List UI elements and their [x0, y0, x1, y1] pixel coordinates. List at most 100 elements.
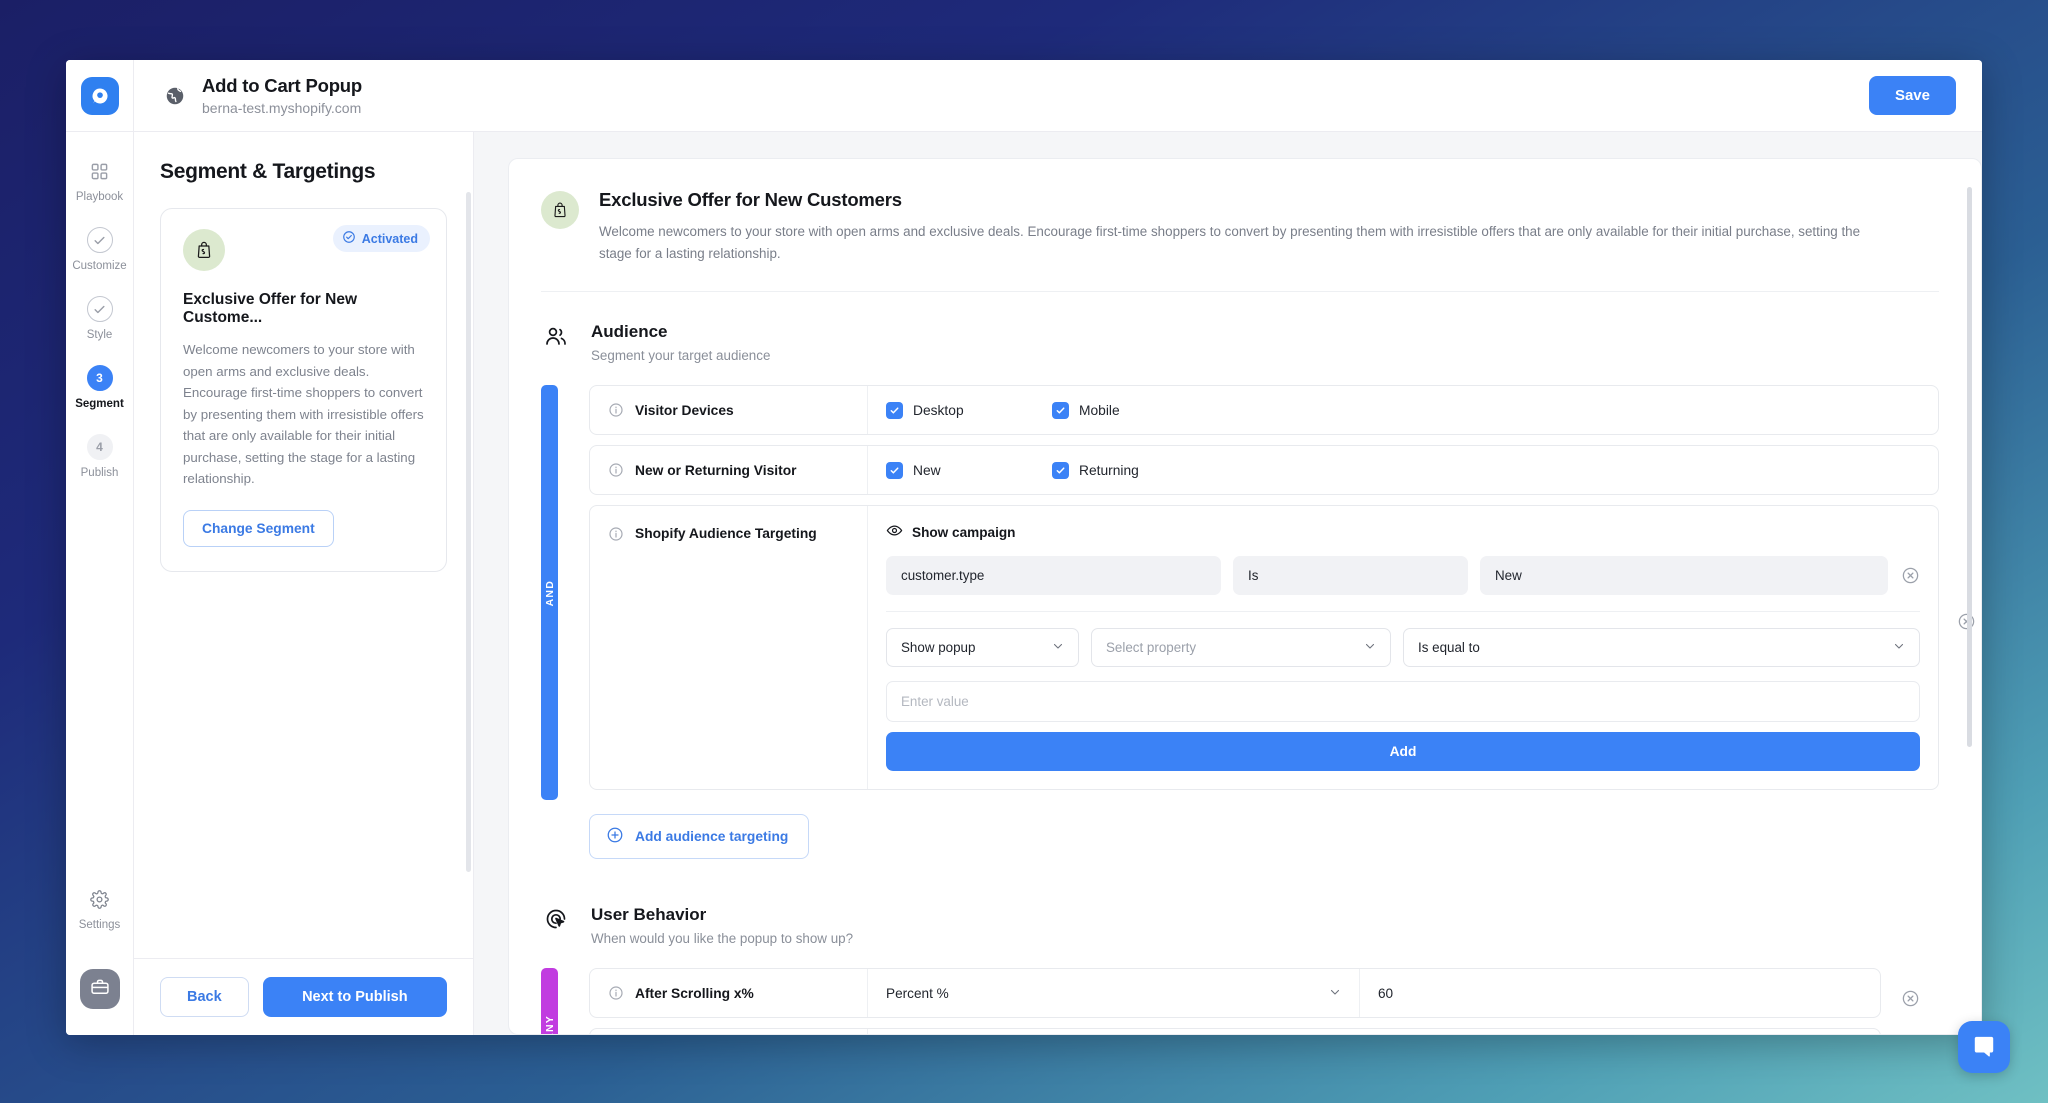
offer-title: Exclusive Offer for New Customers — [599, 189, 1889, 211]
after-scrolling-value: 60 — [1378, 986, 1393, 1001]
remove-circle-icon[interactable] — [1881, 989, 1939, 1008]
rule-row-visitor-devices: Visitor Devices Desktop — [589, 385, 1939, 435]
user-behavior-row-wrapper-0: After Scrolling x% Percent % — [589, 968, 1939, 1028]
info-icon[interactable] — [608, 526, 624, 542]
check-icon — [87, 227, 113, 253]
user-behavior-subtitle: When would you like the popup to show up… — [591, 931, 853, 946]
change-segment-button[interactable]: Change Segment — [183, 510, 334, 547]
rail-label-settings: Settings — [79, 919, 121, 931]
rule-label-new-or-returning: New or Returning Visitor — [590, 446, 868, 494]
rail-item-playbook[interactable]: Playbook — [66, 158, 133, 203]
condition-property-select[interactable]: Select property — [1091, 628, 1391, 667]
rule-label-text: Shopify Audience Targeting — [635, 526, 817, 541]
save-button[interactable]: Save — [1869, 76, 1956, 115]
condition-new: Show popup Select property — [886, 628, 1920, 667]
condition-value[interactable]: New — [1480, 556, 1888, 595]
condition-property-placeholder: Select property — [1106, 640, 1196, 655]
segment-card-description: Welcome newcomers to your store with ope… — [183, 339, 424, 490]
intercom-chat-icon[interactable] — [1958, 1021, 2010, 1073]
avatar[interactable] — [80, 969, 120, 1009]
condition-operator-value: Is equal to — [1418, 640, 1480, 655]
info-icon[interactable] — [608, 462, 624, 478]
next-to-publish-button[interactable]: Next to Publish — [263, 977, 447, 1017]
rail-item-customize[interactable]: Customize — [66, 227, 133, 272]
main-scroll: Exclusive Offer for New Customers Welcom… — [509, 159, 1981, 1035]
user-behavior-row-wrapper-1: After X Seconds 10 s — [589, 1028, 1939, 1035]
condition-operator-select[interactable]: Is equal to — [1403, 628, 1920, 667]
status-badge-label: Activated — [362, 232, 418, 246]
add-audience-targeting-button[interactable]: Add audience targeting — [589, 814, 809, 859]
after-scrolling-unit-value: Percent % — [886, 986, 949, 1001]
rail-item-style[interactable]: Style — [66, 296, 133, 341]
rail-item-publish[interactable]: 4 Publish — [66, 434, 133, 479]
condition-operator[interactable]: Is — [1233, 556, 1468, 595]
segment-panel-footer: Back Next to Publish — [134, 958, 473, 1035]
audience-title: Audience — [591, 322, 770, 342]
user-behavior-title: User Behavior — [591, 905, 853, 925]
body-area: Playbook Customize Style 3 Segment 4 — [66, 132, 1982, 1035]
offer-header: Exclusive Offer for New Customers Welcom… — [541, 189, 1939, 292]
add-condition-button[interactable]: Add — [886, 732, 1920, 771]
chevron-down-icon — [1052, 640, 1064, 655]
checkbox-returning-label: Returning — [1079, 463, 1139, 478]
after-seconds-value-input[interactable]: 10 s — [868, 1029, 1880, 1035]
popupsmart-logo-icon[interactable] — [81, 77, 119, 115]
condition-value-input[interactable]: Enter value — [886, 681, 1920, 722]
segment-panel-scrollbar[interactable] — [466, 192, 471, 872]
user-behavior-rules: After Scrolling x% Percent % — [589, 968, 1939, 1035]
rail-bottom: Settings — [79, 886, 121, 1035]
checkbox-mobile-box[interactable] — [1052, 402, 1069, 419]
logic-bar-any-label: ANY — [544, 1015, 556, 1035]
back-button[interactable]: Back — [160, 977, 249, 1017]
rule-body-new-or-returning: New Returning — [868, 446, 1938, 494]
chevron-down-icon — [1364, 640, 1376, 655]
store-domain: berna-test.myshopify.com — [202, 100, 362, 116]
step-number-4: 4 — [87, 434, 113, 460]
eye-icon — [886, 522, 903, 542]
rule-row-shopify-targeting: Shopify Audience Targeting — [589, 505, 1939, 790]
main-scrollbar[interactable] — [1967, 187, 1972, 747]
checkbox-desktop-box[interactable] — [886, 402, 903, 419]
info-icon[interactable] — [608, 985, 624, 1001]
plus-circle-icon — [606, 826, 624, 847]
audience-rule-group: AND Visitor Devices — [541, 385, 1939, 800]
remove-circle-icon[interactable] — [1900, 566, 1920, 586]
checkbox-returning[interactable]: Returning — [1052, 462, 1218, 479]
audience-rules: Visitor Devices Desktop — [589, 385, 1939, 800]
offer-text-block: Exclusive Offer for New Customers Welcom… — [599, 189, 1889, 265]
condition-property[interactable]: customer.type — [886, 556, 1221, 595]
segment-card[interactable]: Activated Exclusive Offer for New Custom… — [160, 208, 447, 572]
after-scrolling-unit-select[interactable]: Percent % — [868, 969, 1360, 1017]
step-rail: Playbook Customize Style 3 Segment 4 — [66, 132, 134, 1035]
rule-label-after-scrolling: After Scrolling x% — [590, 969, 868, 1017]
check-circle-icon — [342, 230, 356, 247]
checkbox-mobile[interactable]: Mobile — [1052, 402, 1218, 419]
rule-label-shopify-targeting: Shopify Audience Targeting — [590, 506, 868, 789]
main-area: Exclusive Offer for New Customers Welcom… — [474, 132, 1982, 1035]
after-scrolling-value-input[interactable]: 60 — [1360, 969, 1880, 1017]
condition-divider — [886, 611, 1920, 612]
user-behavior-section-header: User Behavior When would you like the po… — [541, 859, 1939, 968]
people-icon — [541, 324, 571, 348]
condition-existing: customer.type Is New — [886, 556, 1920, 595]
rail-item-settings[interactable]: Settings — [79, 886, 121, 931]
checkbox-new-label: New — [913, 463, 941, 478]
checkbox-returning-box[interactable] — [1052, 462, 1069, 479]
remove-circle-icon[interactable] — [1956, 611, 1976, 631]
rule-label-after-seconds: After X Seconds — [590, 1029, 868, 1035]
checkbox-new[interactable]: New — [886, 462, 1052, 479]
rule-label-text: Visitor Devices — [635, 403, 734, 418]
segment-panel: Segment & Targetings Activated — [134, 132, 474, 1035]
status-badge: Activated — [333, 225, 430, 252]
offer-description: Welcome newcomers to your store with ope… — [599, 221, 1889, 265]
info-icon[interactable] — [608, 402, 624, 418]
step-number-3: 3 — [87, 365, 113, 391]
rule-body-visitor-devices: Desktop Mobile — [868, 386, 1938, 434]
topbar-info: Add to Cart Popup berna-test.myshopify.c… — [134, 75, 362, 116]
checkbox-new-box[interactable] — [886, 462, 903, 479]
rail-label-style: Style — [87, 329, 113, 341]
condition-action-select[interactable]: Show popup — [886, 628, 1079, 667]
checkbox-desktop-label: Desktop — [913, 403, 964, 418]
checkbox-desktop[interactable]: Desktop — [886, 402, 1052, 419]
rail-item-segment[interactable]: 3 Segment — [66, 365, 133, 410]
